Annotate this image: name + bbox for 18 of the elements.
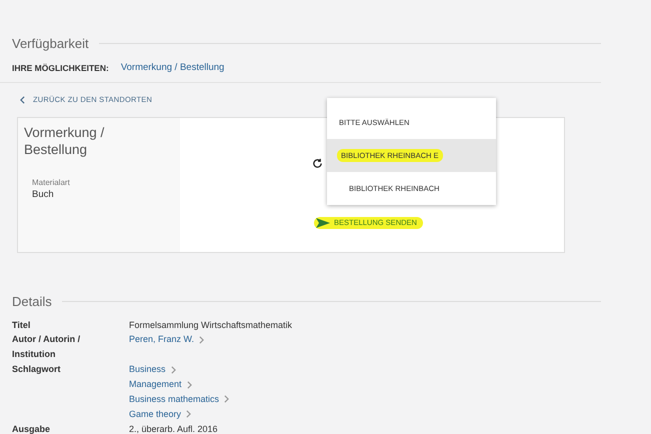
detail-label: Autor / Autorin / Institution	[12, 333, 82, 362]
field-value: Buch	[32, 188, 55, 200]
detail-link[interactable]: Management	[129, 377, 182, 392]
option-link[interactable]: Vormerkung / Bestellung	[120, 62, 224, 73]
detail-label: Titel	[12, 318, 32, 332]
detail-link[interactable]: Business	[129, 362, 166, 378]
detail-link[interactable]: Business mathematics	[129, 392, 220, 407]
detail-value: 2., überarb. Aufl. 2016	[129, 422, 218, 434]
detail-label: Schlagwort	[12, 363, 62, 376]
detail-link[interactable]: Game theory	[129, 406, 182, 422]
card-title: Vormerkung / Bestellung	[24, 124, 106, 158]
section-heading: Verfügbarkeit	[12, 36, 89, 51]
detail-value: Formelsammlung Wirtschaftsmathematik	[129, 318, 292, 332]
section-heading: Details	[12, 294, 52, 308]
options-label: IHRE MÖGLICHKEITEN:	[12, 62, 109, 72]
detail-link[interactable]: Peren, Franz W.	[129, 332, 194, 348]
field-label: Materialart	[32, 178, 71, 186]
detail-label: Ausgabe	[12, 422, 52, 434]
